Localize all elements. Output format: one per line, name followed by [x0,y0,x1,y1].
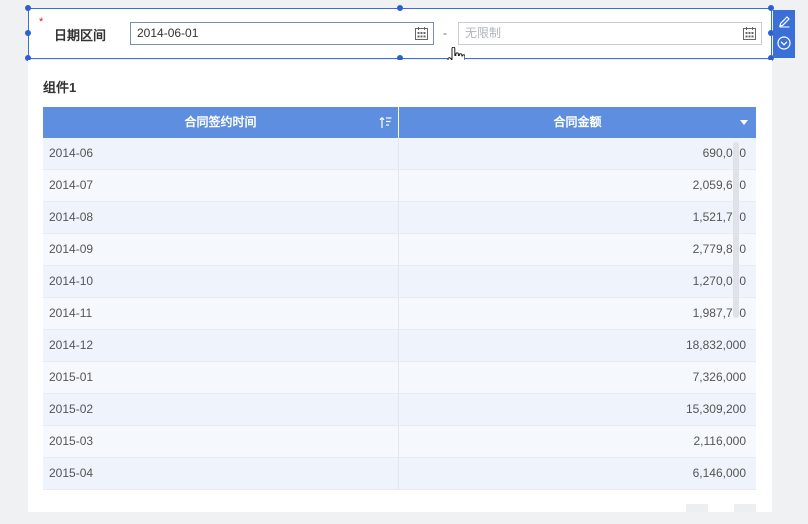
sort-icon[interactable] [379,116,392,129]
amount-cell: 2,116,000 [693,434,747,448]
column-header-amount[interactable]: 合同金额 [399,107,756,138]
table-row[interactable]: 2015-01 7,326,000 [43,362,756,394]
filter-label: 日期区间 [54,28,107,43]
resize-handle[interactable] [25,5,31,11]
end-date-input[interactable]: 无限制 [458,22,762,45]
date-cell: 2014-06 [43,138,399,169]
component-panel: 组件1 合同签约时间 合同金额 2014-06 690,000 2014-07 … [28,60,772,512]
date-cell: 2014-08 [43,202,399,233]
table-row[interactable]: 2015-04 6,146,000 [43,458,756,490]
amount-cell: 1,270,000 [692,274,746,288]
amount-cell: 690,000 [702,146,746,160]
dropdown-icon[interactable] [740,120,748,125]
amount-cell: 7,326,000 [692,370,746,384]
date-cell: 2014-09 [43,234,399,265]
table-header: 合同签约时间 合同金额 [43,107,756,138]
date-range-filter[interactable]: * 日期区间 2014-06-01 - 无限制 [25,5,774,70]
date-cell: 2015-04 [43,458,399,489]
page-next-button[interactable] [734,504,756,512]
date-cell: 2015-03 [43,426,399,457]
date-cell: 2015-01 [43,362,399,393]
amount-cell: 6,146,000 [692,466,746,480]
date-cell: 2014-10 [43,266,399,297]
table-row[interactable]: 2014-06 690,000 [43,138,756,170]
table-scrollbar[interactable] [733,142,739,318]
panel-title: 组件1 [43,80,77,95]
amount-cell: 15,309,200 [685,402,746,416]
range-separator: - [443,26,447,40]
table-row[interactable]: 2014-09 2,779,800 [43,234,756,266]
date-cell: 2015-02 [43,394,399,425]
column-label: 合同签约时间 [184,115,257,129]
date-cell: 2014-12 [43,330,399,361]
chevron-down-circle-icon [777,36,791,50]
data-table: 合同签约时间 合同金额 2014-06 690,000 2014-07 2,05… [43,107,756,490]
table-row[interactable]: 2015-02 15,309,200 [43,394,756,426]
calendar-icon[interactable] [415,27,428,40]
required-mark: * [39,16,44,28]
resize-handle[interactable] [397,5,403,11]
column-label: 合同金额 [553,115,602,129]
amount-cell: 1,987,700 [692,306,746,320]
table-row[interactable]: 2014-12 18,832,000 [43,330,756,362]
pencil-icon [778,15,790,27]
table-row[interactable]: 2014-07 2,059,600 [43,170,756,202]
table-row[interactable]: 2015-03 2,116,000 [43,426,756,458]
column-header-date[interactable]: 合同签约时间 [43,107,399,138]
edit-button[interactable] [773,10,795,32]
calendar-icon[interactable] [743,27,756,40]
start-date-value: 2014-06-01 [137,26,199,40]
date-cell: 2014-11 [43,298,399,329]
amount-cell: 18,832,000 [685,338,746,352]
amount-cell: 2,779,800 [692,242,746,256]
table-row[interactable]: 2014-08 1,521,700 [43,202,756,234]
amount-cell: 2,059,600 [692,178,746,192]
widget-toolbar [773,10,795,58]
collapse-button[interactable] [773,32,795,54]
start-date-input[interactable]: 2014-06-01 [130,22,434,45]
table-row[interactable]: 2014-11 1,987,700 [43,298,756,330]
resize-handle[interactable] [25,30,31,36]
page-prev-button[interactable] [686,504,708,512]
table-row[interactable]: 2014-10 1,270,000 [43,266,756,298]
end-date-placeholder: 无限制 [465,26,502,40]
amount-cell: 1,521,700 [692,210,746,224]
date-cell: 2014-07 [43,170,399,201]
